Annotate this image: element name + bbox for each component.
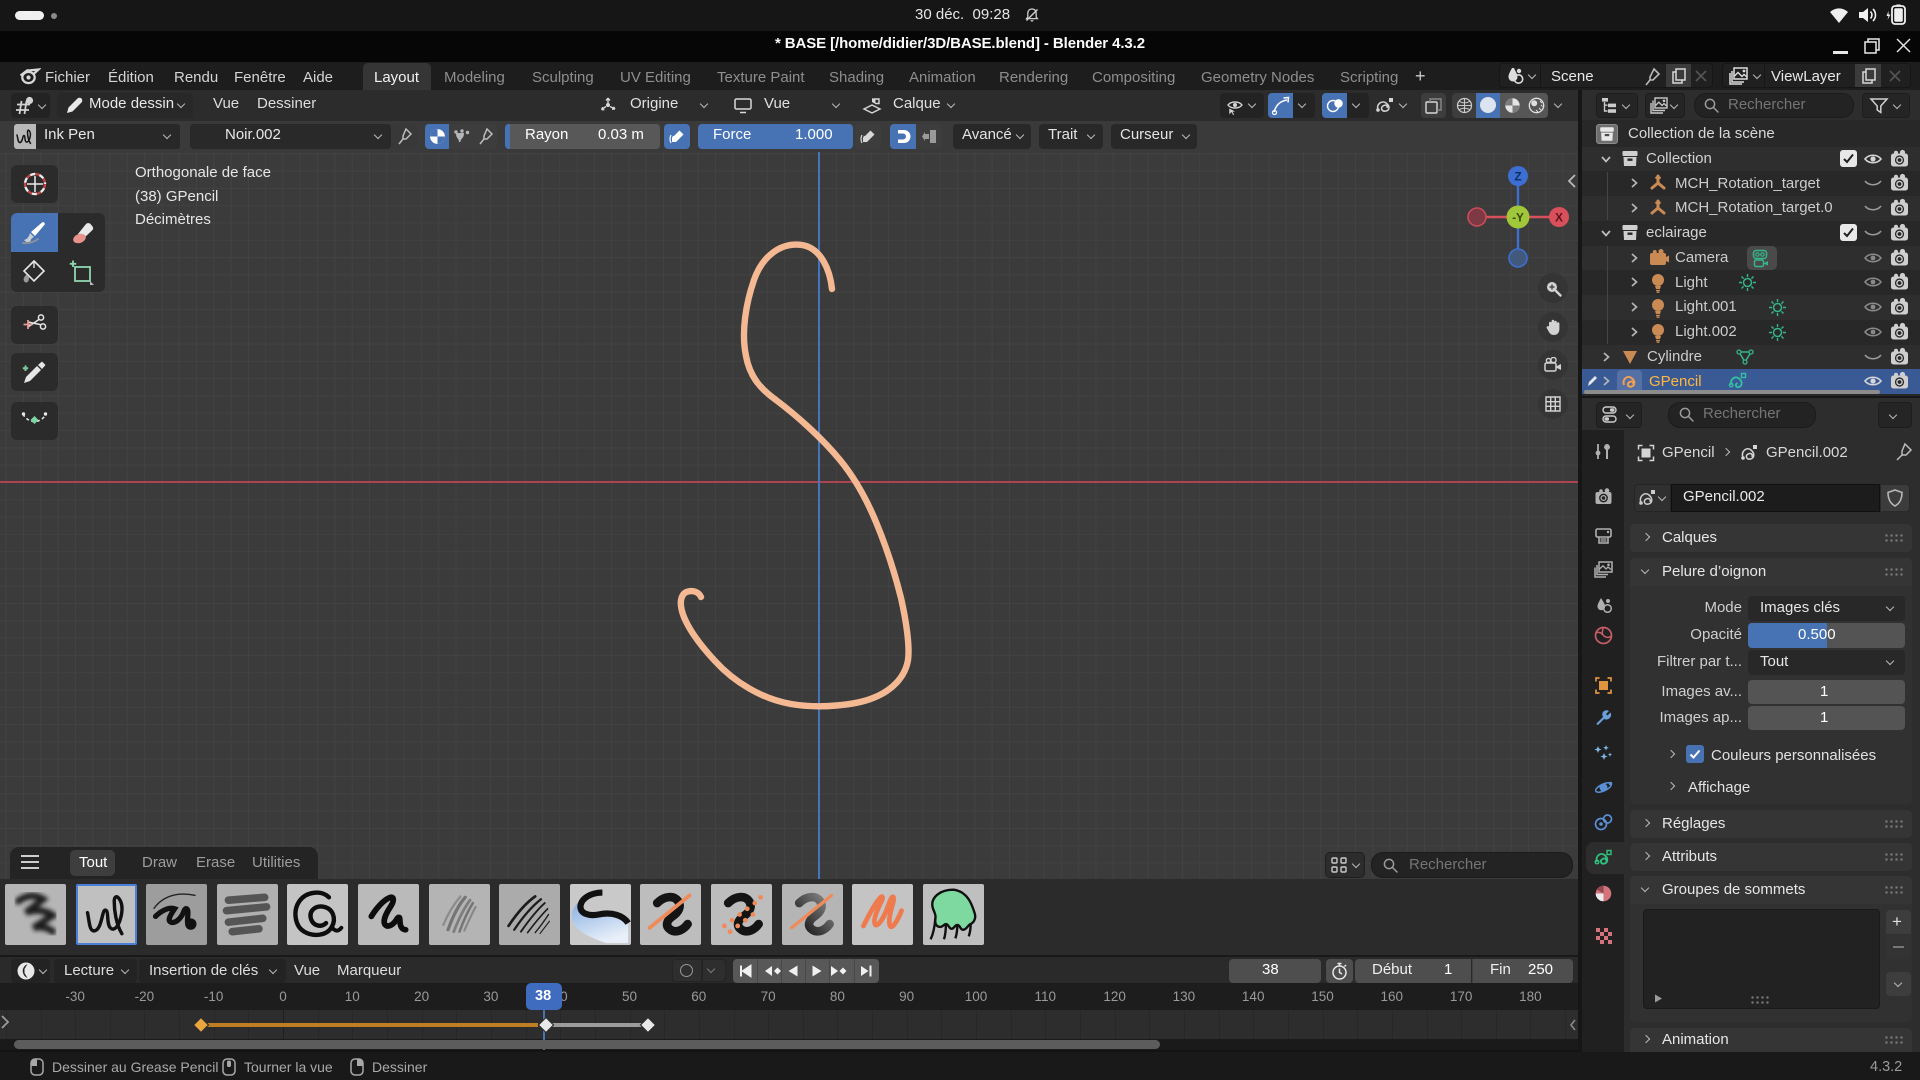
svg-text:-Y: -Y [1512, 213, 1524, 225]
svg-text:Z: Z [1514, 170, 1521, 184]
svg-text:X: X [1555, 211, 1563, 225]
